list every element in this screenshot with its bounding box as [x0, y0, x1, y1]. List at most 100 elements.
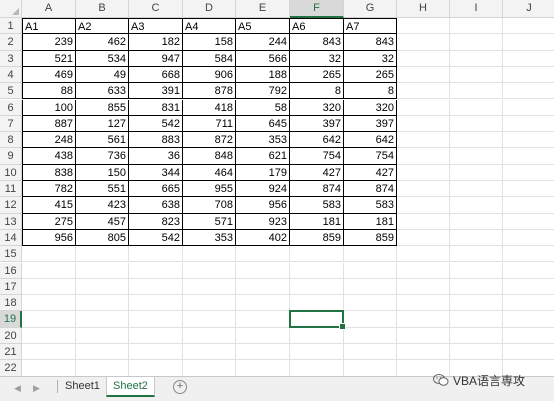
empty-cell[interactable] — [397, 148, 450, 165]
empty-cell[interactable] — [183, 246, 236, 263]
empty-cell[interactable] — [129, 327, 183, 344]
table-header-cell[interactable]: A7 — [344, 18, 397, 35]
empty-cell[interactable] — [503, 181, 554, 198]
empty-cell[interactable] — [22, 246, 76, 263]
table-cell[interactable]: 457 — [76, 213, 129, 230]
empty-cell[interactable] — [344, 311, 397, 328]
empty-cell[interactable] — [503, 230, 554, 247]
table-cell[interactable]: 248 — [22, 132, 76, 149]
empty-cell[interactable] — [22, 327, 76, 344]
empty-cell[interactable] — [450, 262, 503, 279]
table-cell[interactable]: 438 — [22, 148, 76, 165]
table-cell[interactable]: 883 — [129, 132, 183, 149]
empty-cell[interactable] — [183, 344, 236, 361]
table-cell[interactable]: 158 — [183, 34, 236, 51]
table-cell[interactable]: 923 — [236, 213, 290, 230]
empty-cell[interactable] — [183, 262, 236, 279]
table-cell[interactable]: 179 — [236, 164, 290, 181]
empty-cell[interactable] — [236, 246, 290, 263]
empty-cell[interactable] — [76, 295, 129, 312]
empty-cell[interactable] — [129, 344, 183, 361]
row-header-18[interactable]: 18 — [0, 295, 22, 312]
table-cell[interactable]: 320 — [290, 99, 344, 116]
table-cell[interactable]: 402 — [236, 229, 290, 247]
empty-cell[interactable] — [450, 246, 503, 263]
empty-cell[interactable] — [397, 66, 450, 84]
table-cell[interactable]: 924 — [236, 181, 290, 198]
empty-cell[interactable] — [397, 229, 450, 247]
table-cell[interactable]: 668 — [129, 66, 183, 84]
empty-cell[interactable] — [450, 327, 503, 344]
table-cell[interactable]: 181 — [344, 213, 397, 230]
empty-cell[interactable] — [22, 278, 76, 296]
table-cell[interactable]: 642 — [290, 132, 344, 149]
table-cell[interactable]: 244 — [236, 34, 290, 51]
empty-cell[interactable] — [129, 262, 183, 279]
table-cell[interactable]: 427 — [344, 164, 397, 181]
table-header-cell[interactable]: A5 — [236, 18, 290, 35]
table-cell[interactable]: 427 — [290, 164, 344, 181]
empty-cell[interactable] — [344, 246, 397, 263]
empty-cell[interactable] — [503, 344, 554, 361]
empty-cell[interactable] — [76, 262, 129, 279]
row-header-21[interactable]: 21 — [0, 344, 22, 361]
empty-cell[interactable] — [76, 327, 129, 344]
empty-cell[interactable] — [503, 83, 554, 100]
table-cell[interactable]: 265 — [290, 66, 344, 84]
row-header-22[interactable]: 22 — [0, 360, 22, 376]
empty-cell[interactable] — [344, 327, 397, 344]
table-cell[interactable]: 534 — [76, 50, 129, 67]
empty-cell[interactable] — [290, 327, 344, 344]
empty-cell[interactable] — [450, 66, 503, 84]
table-cell[interactable]: 642 — [344, 132, 397, 149]
empty-cell[interactable] — [397, 327, 450, 344]
empty-cell[interactable] — [183, 327, 236, 344]
empty-cell[interactable] — [22, 344, 76, 361]
empty-cell[interactable] — [503, 295, 554, 312]
table-cell[interactable]: 583 — [344, 197, 397, 214]
table-cell[interactable]: 843 — [344, 34, 397, 51]
empty-cell[interactable] — [450, 181, 503, 198]
table-cell[interactable]: 947 — [129, 50, 183, 67]
column-header-h[interactable]: H — [397, 0, 450, 18]
empty-cell[interactable] — [397, 344, 450, 361]
empty-cell[interactable] — [450, 132, 503, 149]
table-cell[interactable]: 88 — [22, 83, 76, 100]
empty-cell[interactable] — [450, 311, 503, 328]
table-cell[interactable]: 956 — [22, 229, 76, 247]
empty-cell[interactable] — [397, 99, 450, 116]
empty-cell[interactable] — [503, 18, 554, 35]
empty-cell[interactable] — [76, 360, 129, 376]
table-cell[interactable]: 584 — [183, 50, 236, 67]
spreadsheet-grid[interactable]: A B C D E F G H I J 1 2 3 4 5 6 7 8 9 10 11 12 13 14 15 16 17 18 19 2… — [0, 0, 554, 376]
empty-cell[interactable] — [397, 34, 450, 51]
row-header-20[interactable]: 20 — [0, 327, 22, 344]
table-cell[interactable]: 874 — [344, 181, 397, 198]
empty-cell[interactable] — [76, 344, 129, 361]
table-cell[interactable]: 542 — [129, 229, 183, 247]
column-header-i[interactable]: I — [450, 0, 503, 18]
row-header-10[interactable]: 10 — [0, 164, 22, 181]
empty-cell[interactable] — [22, 311, 76, 328]
table-header-cell[interactable]: A4 — [183, 18, 236, 35]
column-header-j[interactable]: J — [503, 0, 554, 18]
empty-cell[interactable] — [450, 164, 503, 181]
table-cell[interactable]: 239 — [22, 34, 76, 51]
empty-cell[interactable] — [397, 213, 450, 230]
table-cell[interactable]: 708 — [183, 197, 236, 214]
row-header-2[interactable]: 2 — [0, 34, 22, 51]
column-header-d[interactable]: D — [183, 0, 236, 18]
table-cell[interactable]: 469 — [22, 66, 76, 84]
row-header-8[interactable]: 8 — [0, 132, 22, 149]
empty-cell[interactable] — [450, 295, 503, 312]
table-cell[interactable]: 571 — [183, 213, 236, 230]
table-cell[interactable]: 58 — [236, 99, 290, 116]
row-header-13[interactable]: 13 — [0, 213, 22, 230]
table-cell[interactable]: 906 — [183, 66, 236, 84]
table-header-cell[interactable]: A1 — [22, 18, 76, 35]
table-cell[interactable]: 8 — [344, 83, 397, 100]
empty-cell[interactable] — [450, 197, 503, 214]
table-cell[interactable]: 391 — [129, 83, 183, 100]
empty-cell[interactable] — [183, 295, 236, 312]
empty-cell[interactable] — [503, 148, 554, 165]
